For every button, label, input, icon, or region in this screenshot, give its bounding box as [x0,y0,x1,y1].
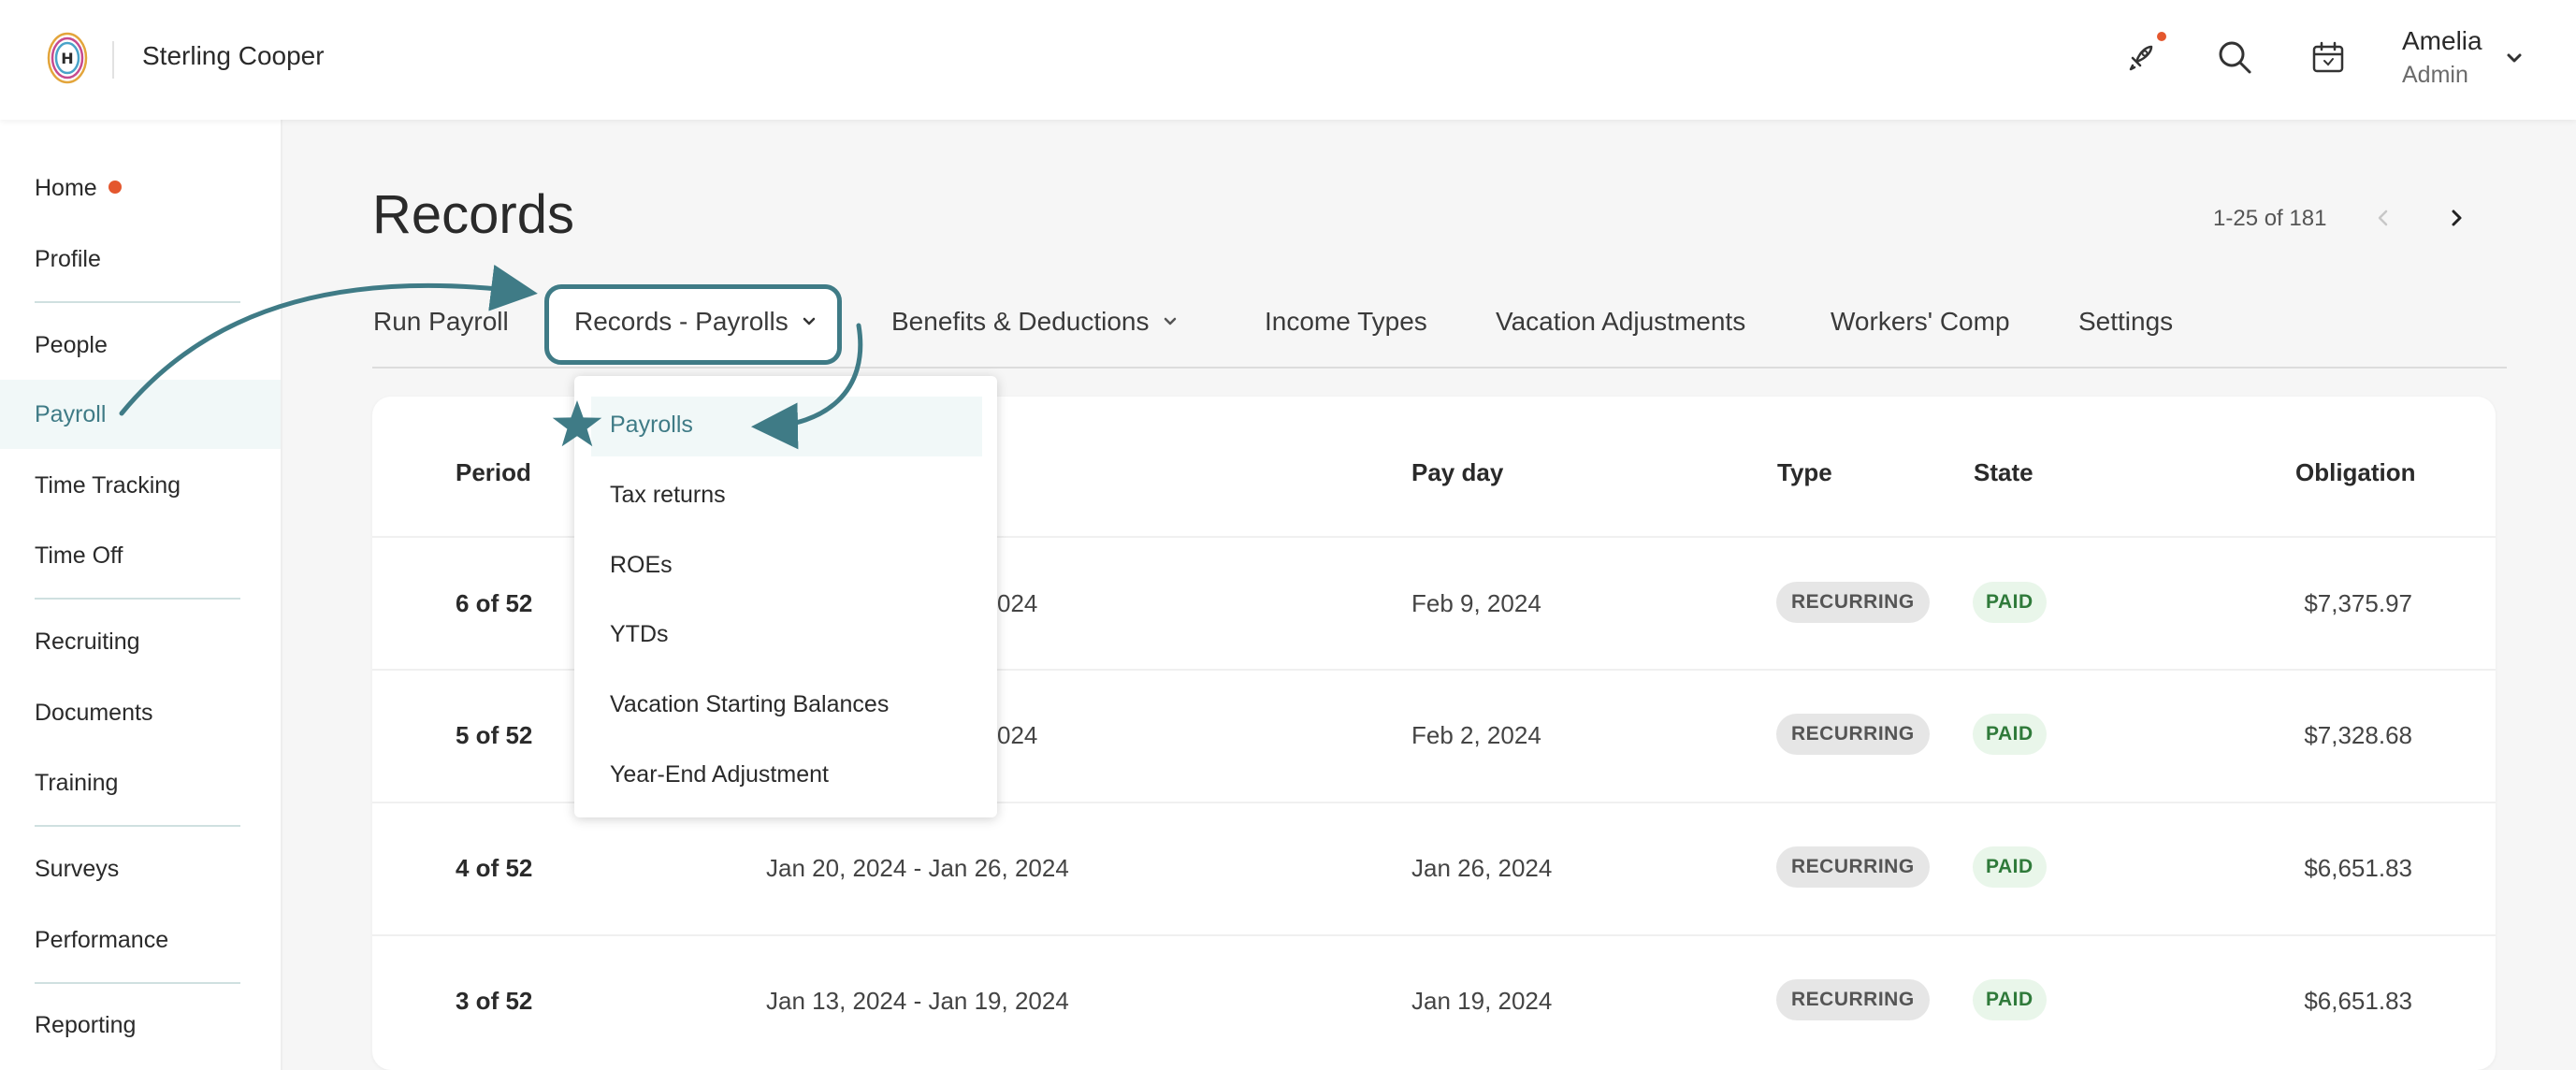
row-divider [372,934,2496,936]
period-cell: 5 of 52 [456,721,533,749]
sidebar-item-label: Documents [35,700,153,726]
pay-day-cell: Jan 19, 2024 [1411,987,1553,1015]
status-badge: PAID [1973,714,2047,755]
menu-item-year-end-adjustment[interactable]: Year-End Adjustment [610,761,829,788]
sidebar-item-label: Reporting [35,1012,137,1038]
sidebar-item-training[interactable]: Training [0,748,281,817]
sidebar-item-time-off[interactable]: Time Off [0,521,281,590]
sidebar-item-people[interactable]: People [0,311,281,380]
column-header-type[interactable]: Type [1777,458,1832,487]
sidebar-item-home[interactable]: Home [0,153,281,223]
chevron-down-icon [1164,317,1176,325]
tab-benefits-deductions[interactable]: Benefits & Deductions [891,307,1179,337]
menu-item-roes[interactable]: ROEs [610,552,673,579]
page-title: Records [372,184,574,245]
sidebar-item-label: Training [35,770,119,796]
sidebar-item-label: Home [35,175,97,201]
menu-item-payrolls[interactable]: Payrolls [610,412,693,439]
hibob-logo[interactable]: H [47,32,88,84]
column-header-pay-day[interactable]: Pay day [1411,458,1503,487]
sidebar-divider [35,982,240,984]
top-bar: H Sterling Cooper Amelia Admin [0,0,2576,120]
tab-label: Run Payroll [373,307,509,336]
pay-day-cell: Feb 9, 2024 [1411,589,1541,617]
pay-day-cell: Jan 26, 2024 [1411,854,1553,882]
user-name[interactable]: Amelia [2402,26,2482,56]
obligation-cell: $7,375.97 [2304,589,2412,617]
sidebar-divider [35,825,240,827]
sidebar-item-label: Recruiting [35,629,140,655]
svg-text:H: H [61,50,73,67]
sidebar-item-label: Time Tracking [35,472,181,499]
tab-label: Vacation Adjustments [1496,307,1746,336]
header-divider [112,41,114,79]
obligation-cell: $7,328.68 [2304,721,2412,749]
menu-item-ytds[interactable]: YTDs [610,621,669,648]
sidebar-item-documents[interactable]: Documents [0,678,281,747]
date-range-cell: Jan 13, 2024 - Jan 19, 2024 [766,987,1069,1015]
calendar-icon[interactable] [2307,36,2350,79]
sidebar-item-reporting[interactable]: Reporting [0,990,281,1060]
sidebar-item-recruiting[interactable]: Recruiting [0,607,281,676]
pay-day-cell: Feb 2, 2024 [1411,721,1541,749]
period-cell: 6 of 52 [456,589,533,617]
notification-dot [2157,32,2166,41]
period-cell: 3 of 52 [456,987,533,1015]
column-header-period[interactable]: Period [456,458,531,487]
sidebar-divider [35,598,240,600]
sidebar-item-label: Payroll [35,401,107,427]
menu-item-tax-returns[interactable]: Tax returns [610,482,726,509]
records-dropdown-menu: Payrolls Tax returns ROEs YTDs Vacation … [574,376,997,817]
chevron-right-icon[interactable] [2447,208,2466,228]
tab-run-payroll[interactable]: Run Payroll [373,307,509,337]
sidebar-item-surveys[interactable]: Surveys [0,834,281,904]
menu-item-vacation-starting-balances[interactable]: Vacation Starting Balances [610,691,889,718]
chevron-down-icon [803,317,815,325]
obligation-cell: $6,651.83 [2304,854,2412,882]
date-range-cell: 024 [997,721,1038,749]
status-badge: PAID [1973,846,2047,888]
sidebar-item-time-tracking[interactable]: Time Tracking [0,451,281,520]
sidebar-item-label: Surveys [35,856,120,882]
sidebar-item-label: Profile [35,246,101,272]
sidebar-item-label: People [35,332,108,358]
date-range-cell: 024 [997,589,1038,617]
sidebar-item-payroll[interactable]: Payroll [0,380,281,449]
chevron-down-icon[interactable] [2503,47,2525,69]
date-range-cell: Jan 20, 2024 - Jan 26, 2024 [766,854,1069,882]
status-badge: PAID [1973,582,2047,623]
sidebar-item-label: Time Off [35,542,123,569]
type-badge: RECURRING [1776,582,1930,623]
type-badge: RECURRING [1776,979,1930,1020]
tab-settings[interactable]: Settings [2078,307,2173,337]
chevron-left-icon[interactable] [2374,208,2393,228]
rocket-icon[interactable] [2120,36,2163,79]
tab-label: Workers' Comp [1831,307,2010,336]
user-role: Admin [2402,62,2468,88]
tab-label: Settings [2078,307,2174,336]
pagination-info: 1-25 of 181 [2213,206,2327,231]
notification-dot [108,181,122,195]
tab-workers-comp[interactable]: Workers' Comp [1831,307,2010,337]
column-header-state[interactable]: State [1974,458,2033,487]
tab-label: Income Types [1265,307,1427,336]
type-badge: RECURRING [1776,714,1930,755]
tab-label: Records - Payrolls [574,307,789,336]
company-name: Sterling Cooper [142,41,325,70]
sidebar-item-profile[interactable]: Profile [0,224,281,294]
type-badge: RECURRING [1776,846,1930,888]
tab-vacation-adjustments[interactable]: Vacation Adjustments [1496,307,1745,337]
tab-label: Benefits & Deductions [891,307,1150,336]
sidebar-item-label: Performance [35,927,169,953]
search-icon[interactable] [2213,36,2256,79]
obligation-cell: $6,651.83 [2304,987,2412,1015]
sidebar-divider [35,301,240,303]
status-badge: PAID [1973,979,2047,1020]
tab-income-types[interactable]: Income Types [1265,307,1427,337]
tab-divider [372,367,2507,369]
column-header-obligation[interactable]: Obligation [2295,458,2416,487]
sidebar-item-performance[interactable]: Performance [0,905,281,975]
tab-records-payrolls[interactable]: Records - Payrolls [574,307,818,337]
period-cell: 4 of 52 [456,854,533,882]
